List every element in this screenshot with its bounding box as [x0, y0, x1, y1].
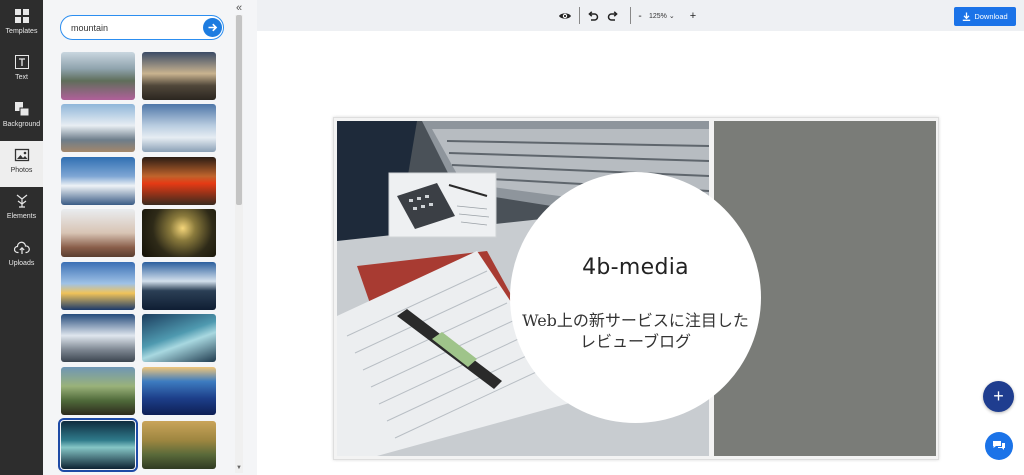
sidebar-item-elements[interactable]: Elements	[0, 187, 43, 233]
undo-button[interactable]	[586, 9, 600, 23]
add-button[interactable]: +	[983, 381, 1014, 412]
photo-thumbnail[interactable]	[61, 157, 135, 205]
title-circle[interactable]	[510, 172, 761, 423]
background-icon	[14, 102, 29, 117]
sidebar-item-photos[interactable]: Photos	[0, 141, 43, 187]
photos-icon	[14, 148, 29, 162]
brand-title[interactable]: 4b-media	[510, 255, 761, 280]
scroll-down-icon[interactable]: ▼	[235, 465, 243, 473]
photo-thumbnail[interactable]	[142, 52, 216, 100]
photo-thumbnail[interactable]	[61, 367, 135, 415]
toolbar-divider	[579, 7, 580, 24]
top-toolbar: - 125% ⌄ + Download	[257, 0, 1024, 31]
uploads-icon	[13, 241, 30, 254]
scrollbar-thumb[interactable]	[236, 15, 242, 205]
photo-thumbnail[interactable]	[58, 418, 138, 472]
photo-thumbnail[interactable]	[61, 104, 135, 152]
photo-thumbnail[interactable]	[142, 262, 216, 310]
photo-thumbnail[interactable]	[142, 367, 216, 415]
toolbar-divider	[630, 7, 631, 24]
download-label: Download	[974, 12, 1008, 21]
search-box	[60, 15, 224, 40]
photo-thumbnail[interactable]	[61, 209, 135, 257]
templates-icon	[14, 9, 29, 23]
tool-sidebar: Templates Text Background Photos Element…	[0, 0, 43, 475]
sidebar-item-uploads[interactable]: Uploads	[0, 234, 43, 280]
chat-icon	[993, 441, 1005, 450]
sidebar-item-label: Background	[2, 121, 41, 128]
photo-thumbnail[interactable]	[142, 104, 216, 152]
search-button[interactable]	[203, 18, 222, 37]
sidebar-item-label: Elements	[6, 213, 37, 220]
undo-icon	[588, 11, 599, 21]
tagline-line: Web上の新サービスに注目した	[522, 311, 749, 330]
photo-thumbnail[interactable]	[142, 209, 216, 257]
zoom-out-button[interactable]: -	[633, 9, 647, 23]
photo-thumbnail[interactable]	[61, 314, 135, 362]
elements-icon	[16, 194, 27, 208]
tagline-line: レビューブログ	[579, 332, 692, 351]
panel-scrollbar[interactable]	[235, 15, 243, 473]
tagline-text[interactable]: Web上の新サービスに注目した レビューブログ	[515, 310, 756, 352]
redo-button[interactable]	[606, 9, 620, 23]
download-button[interactable]: Download	[954, 7, 1016, 26]
zoom-select[interactable]: 125% ⌄	[649, 10, 683, 22]
chat-button[interactable]	[985, 432, 1013, 460]
photo-thumbnail[interactable]	[142, 421, 216, 469]
preview-button[interactable]	[558, 9, 572, 23]
sidebar-item-label: Text	[15, 74, 28, 81]
redo-icon	[607, 11, 618, 21]
sidebar-item-label: Templates	[5, 28, 38, 35]
zoom-in-button[interactable]: +	[686, 9, 700, 23]
zoom-value: 125%	[649, 12, 667, 20]
sidebar-item-label: Photos	[10, 167, 33, 174]
photos-panel: « ▼	[43, 0, 257, 475]
text-icon	[14, 55, 29, 69]
sidebar-item-templates[interactable]: Templates	[0, 2, 43, 48]
editor-app: Templates Text Background Photos Element…	[0, 0, 1024, 475]
sidebar-item-text[interactable]: Text	[0, 48, 43, 94]
photo-thumbnail[interactable]	[61, 52, 135, 100]
photo-thumbnail[interactable]	[142, 314, 216, 362]
photo-thumbnail[interactable]	[61, 262, 135, 310]
sidebar-item-background[interactable]: Background	[0, 95, 43, 141]
arrow-right-icon	[208, 23, 218, 32]
chevron-down-icon: ⌄	[668, 13, 675, 20]
collapse-panel-icon[interactable]: «	[233, 3, 245, 15]
search-input[interactable]	[71, 20, 191, 35]
download-icon	[963, 12, 971, 21]
photo-thumbnail[interactable]	[142, 157, 216, 205]
sidebar-item-label: Uploads	[8, 260, 35, 267]
eye-icon	[559, 13, 571, 19]
